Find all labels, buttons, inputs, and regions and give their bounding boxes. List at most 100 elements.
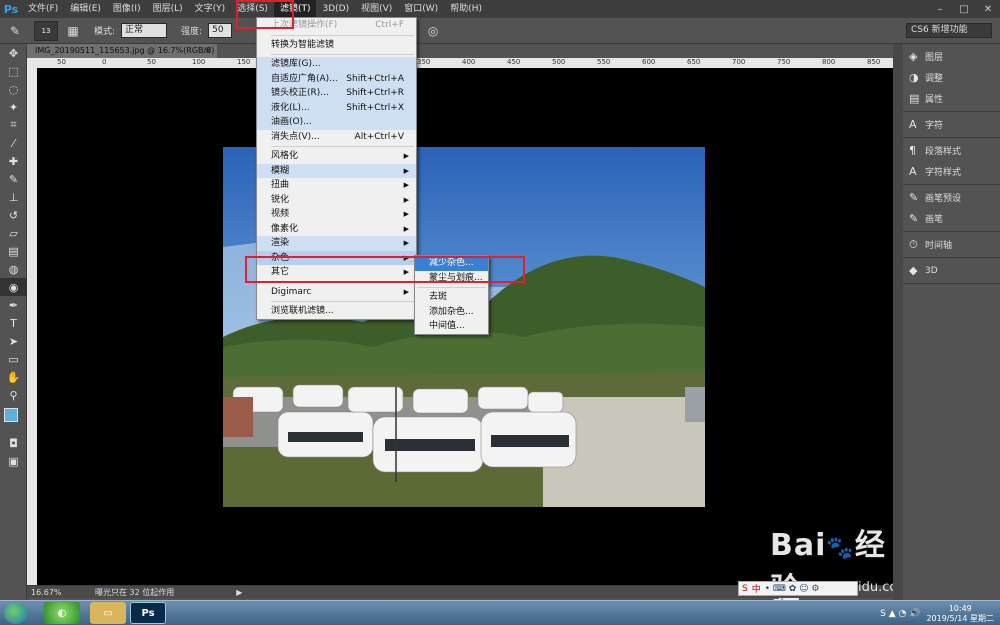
filter-menu-item-label: 滤镜库(G)... <box>271 59 321 69</box>
noise-submenu-item[interactable]: 中间值... <box>415 319 488 334</box>
ime-mode[interactable]: 中 <box>752 582 761 595</box>
color-swatches[interactable] <box>0 404 27 434</box>
strength-input[interactable]: 50 <box>208 23 233 38</box>
filter-menu-item[interactable]: 锐化 ▶ <box>257 193 416 208</box>
zoom-level[interactable]: 16.67% <box>27 588 77 597</box>
mode-select[interactable]: 正常 <box>121 23 168 38</box>
sponge-tool-icon[interactable]: ◉ <box>0 278 27 296</box>
document-title: IMG_20190511_115653.jpg @ 16.7%(RGB/8) <box>35 46 215 55</box>
filter-menu-item[interactable]: 镜头校正(R)... Shift+Ctrl+R <box>257 86 416 101</box>
history-brush-tool-icon[interactable]: ↺ <box>0 206 27 224</box>
menu-separator <box>271 34 414 36</box>
panel-item[interactable]: ◈ 图层 <box>903 46 1000 67</box>
clone-stamp-tool-icon[interactable]: ⊥ <box>0 188 27 206</box>
close-button[interactable]: ✕ <box>976 0 1000 18</box>
hand-tool-icon[interactable]: ✋ <box>0 368 27 386</box>
crop-tool-icon[interactable]: ⌗ <box>0 116 27 134</box>
panel-label: 图层 <box>925 53 944 63</box>
explorer-icon[interactable]: ▭ <box>90 602 126 624</box>
filter-menu-item[interactable]: 扭曲 ▶ <box>257 178 416 193</box>
quick-mask-icon[interactable]: ◘ <box>0 434 27 452</box>
move-tool-icon[interactable]: ✥ <box>0 44 27 62</box>
shape-tool-icon[interactable]: ▭ <box>0 350 27 368</box>
panel-item[interactable]: ¶ 段落样式 <box>903 140 1000 161</box>
watermark-brand: Bai <box>770 528 827 563</box>
panel-item[interactable]: ✎ 画笔 <box>903 208 1000 229</box>
menu-7[interactable]: 3D(D) <box>316 0 355 18</box>
status-arrow-icon[interactable]: ▶ <box>236 588 242 597</box>
magic-wand-tool-icon[interactable]: ✦ <box>0 98 27 116</box>
zoom-tool-icon[interactable]: ⚲ <box>0 386 27 404</box>
clock[interactable]: 10:49 2019/5/14 星期二 <box>926 604 994 624</box>
menu-1[interactable]: 编辑(E) <box>64 0 107 18</box>
filter-menu-item[interactable]: 消失点(V)... Alt+Ctrl+V <box>257 130 416 145</box>
media-player-icon[interactable]: ◐ <box>44 602 80 624</box>
panel-item[interactable]: ✎ 画笔预设 <box>903 187 1000 208</box>
filter-menu-item[interactable]: 自适应广角(A)... Shift+Ctrl+A <box>257 71 416 86</box>
filter-menu-item[interactable]: 模糊 ▶ <box>257 163 416 178</box>
panel-item[interactable]: ◆ 3D <box>903 260 1000 281</box>
shortcut-label: Shift+Ctrl+A <box>346 73 404 84</box>
healing-brush-tool-icon[interactable]: ✚ <box>0 152 27 170</box>
eraser-tool-icon[interactable]: ▱ <box>0 224 27 242</box>
brush-tool-icon[interactable]: ✎ <box>0 170 27 188</box>
panel-label: 画笔 <box>925 215 944 225</box>
eyedropper-tool-icon[interactable]: ⁄ <box>0 134 27 152</box>
brush-preset-picker[interactable]: 13 <box>34 20 58 41</box>
blur-tool-icon[interactable]: ◍ <box>0 260 27 278</box>
panel-group: ◆ 3D <box>903 258 1000 284</box>
foreground-color-swatch[interactable] <box>4 408 18 422</box>
menu-0[interactable]: 文件(F) <box>22 0 64 18</box>
ruler-tick-label: 150 <box>237 58 251 66</box>
panel-item[interactable]: A 字符样式 <box>903 161 1000 182</box>
panel-collapse-strip[interactable] <box>893 44 903 600</box>
lasso-tool-icon[interactable]: ◌ <box>0 80 27 98</box>
mode-label: 模式: <box>94 27 116 37</box>
gradient-tool-icon[interactable]: ▤ <box>0 242 27 260</box>
noise-submenu-item[interactable]: 去斑 <box>415 290 488 305</box>
path-selection-tool-icon[interactable]: ➤ <box>0 332 27 350</box>
filter-menu-item[interactable]: 视频 ▶ <box>257 207 416 222</box>
start-button[interactable] <box>4 602 28 624</box>
filter-menu-item[interactable]: 油画(O)... <box>257 115 416 130</box>
panel-item[interactable]: ⏱ 时间轴 <box>903 234 1000 255</box>
filter-menu-item[interactable]: 浏览联机滤镜... <box>257 304 416 319</box>
screen-mode-icon[interactable]: ▣ <box>0 452 27 470</box>
close-document-icon[interactable]: × <box>204 44 211 58</box>
filter-menu-item[interactable]: 渲染 ▶ <box>257 236 416 251</box>
filter-menu-item[interactable]: 滤镜库(G)... <box>257 57 416 72</box>
ime-toolbar[interactable]: S 中 • ⌨ ✿ ☺ ⚙ <box>738 581 858 596</box>
filter-menu-item[interactable]: 像素化 ▶ <box>257 222 416 237</box>
sponge-tool-icon[interactable]: ✎ <box>4 21 26 41</box>
panel-item[interactable]: ◑ 调整 <box>903 67 1000 88</box>
menu-3[interactable]: 图层(L) <box>147 0 189 18</box>
menu-2[interactable]: 图像(I) <box>107 0 147 18</box>
brush-panel-icon[interactable]: ▦ <box>62 21 84 41</box>
filter-menu-item[interactable]: 风格化 ▶ <box>257 149 416 164</box>
menu-4[interactable]: 文字(Y) <box>189 0 232 18</box>
filter-menu-item[interactable]: 液化(L)... Shift+Ctrl+X <box>257 100 416 115</box>
menu-8[interactable]: 视图(V) <box>355 0 398 18</box>
restore-button[interactable]: □ <box>952 0 976 18</box>
workspace-select[interactable]: CS6 新增功能 <box>906 23 992 38</box>
menu-9[interactable]: 窗口(W) <box>398 0 444 18</box>
tray-icons[interactable]: S ▲ ◔ 🔊 <box>880 609 920 619</box>
filter-menu-item-label: Digimarc <box>271 286 312 297</box>
panel-item[interactable]: ▤ 属性 <box>903 88 1000 109</box>
marquee-tool-icon[interactable]: ⬚ <box>0 62 27 80</box>
menu-10[interactable]: 帮助(H) <box>444 0 488 18</box>
photoshop-taskbar-icon[interactable]: Ps <box>130 602 166 624</box>
pressure-icon[interactable]: ◎ <box>422 21 444 41</box>
panel-label: 调整 <box>925 74 944 84</box>
document-tab[interactable]: IMG_20190511_115653.jpg @ 16.7%(RGB/8) × <box>27 44 217 58</box>
panel-item[interactable]: A 字符 <box>903 114 1000 135</box>
filter-menu-highlight-box <box>236 0 294 29</box>
noise-submenu-item[interactable]: 添加杂色... <box>415 305 488 320</box>
filter-menu-item[interactable]: 转换为智能滤镜 <box>257 38 416 53</box>
pen-tool-icon[interactable]: ✒ <box>0 296 27 314</box>
type-tool-icon[interactable]: T <box>0 314 27 332</box>
ruler-tick-label: 650 <box>687 58 701 66</box>
filter-menu-item-label: 液化(L)... <box>271 102 310 113</box>
minimize-button[interactable]: – <box>928 0 952 18</box>
filter-menu-item[interactable]: Digimarc ▶ <box>257 285 416 300</box>
